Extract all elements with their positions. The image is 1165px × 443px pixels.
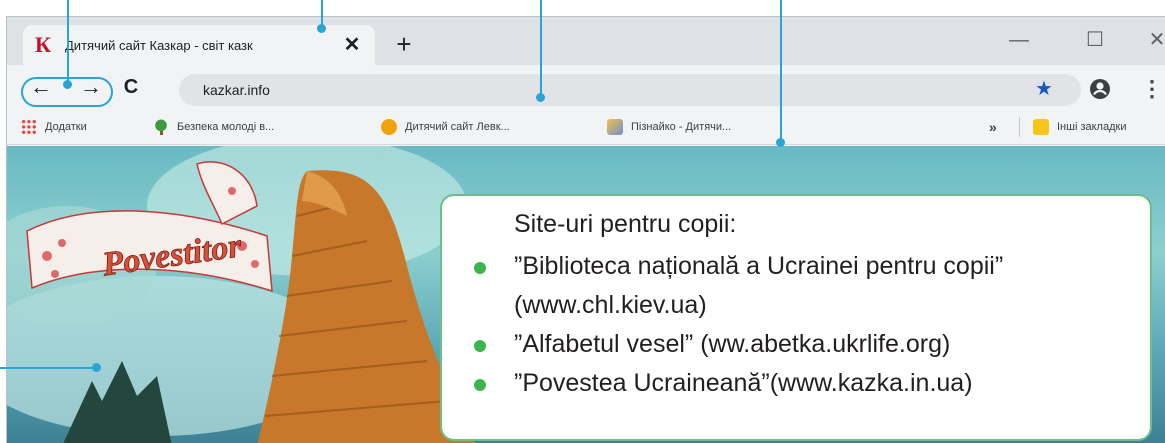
maximize-button[interactable]: ☐ [1075, 27, 1115, 53]
info-box: Site-uri pentru copii: ”Biblioteca națio… [440, 194, 1152, 441]
bookmark-label: Дитячий сайт Левк... [405, 121, 510, 133]
menu-icon[interactable]: ⋮ [1137, 74, 1165, 104]
bookmark-piznaiko[interactable]: Пізнайко - Дитячи... [607, 115, 731, 139]
list-item-text: ”Povestea Ucraineană”(www.kazka.in.ua) [514, 369, 973, 397]
bookmarks-divider [1019, 117, 1020, 137]
callout-dot-nav [63, 80, 72, 89]
close-window-button[interactable]: ✕ [1137, 27, 1165, 53]
reload-button[interactable]: C [117, 73, 145, 101]
list-item: ”Alfabetul vesel” (ww.abetka.ukrlife.org… [470, 325, 1130, 364]
bookmarks-bar: Додатки Безпека молоді в... Дитячий сайт… [7, 109, 1165, 145]
bookmark-label: Безпека молоді в... [177, 121, 275, 133]
bookmark-apps[interactable]: Додатки [21, 115, 87, 139]
bookmark-levko[interactable]: Дитячий сайт Левк... [381, 115, 510, 139]
tab-strip: К Дитячий сайт Казкар - світ казк ✕ + — … [7, 17, 1165, 65]
callout-line-page [0, 367, 96, 369]
forward-button[interactable]: → [77, 73, 105, 101]
other-bookmarks[interactable]: Інші закладки [1033, 115, 1126, 139]
url-text: kazkar.info [203, 82, 270, 98]
info-heading: Site-uri pentru copii: [514, 210, 737, 238]
minimize-button[interactable]: — [999, 27, 1039, 53]
kazkar-favicon-icon: К [35, 32, 51, 57]
bookmark-label: Пізнайко - Дитячи... [631, 121, 732, 133]
list-item: ”Biblioteca națională a Ucrainei pentru … [470, 247, 1130, 325]
bookmark-youth-safety[interactable]: Безпека молоді в... [153, 115, 274, 139]
list-item-text: ”Biblioteca națională a Ucrainei pentru … [514, 252, 1004, 319]
callout-line-address [540, 0, 542, 97]
sites-list: ”Biblioteca națională a Ucrainei pentru … [470, 247, 1130, 403]
new-tab-button[interactable]: + [391, 31, 417, 58]
folder-icon [1033, 119, 1049, 135]
apps-icon [21, 119, 37, 135]
callout-dot-tab [317, 24, 326, 33]
back-button[interactable]: ← [27, 73, 55, 101]
callout-line-bookmarks [780, 0, 782, 142]
callout-dot-page [92, 363, 101, 372]
callout-dot-address [536, 93, 545, 102]
bullet-icon [474, 379, 486, 391]
tab-close-icon[interactable]: ✕ [341, 34, 363, 56]
callout-dot-bookmarks [776, 138, 785, 147]
face-icon [381, 119, 397, 135]
picture-icon [607, 119, 623, 135]
tab-title: Дитячий сайт Казкар - світ казк [65, 37, 253, 53]
bookmark-label: Додатки [45, 121, 87, 133]
list-item-text: ”Alfabetul vesel” (ww.abetka.ukrlife.org… [514, 330, 951, 358]
bullet-icon [474, 262, 486, 274]
toolbar: ← → C kazkar.info ★ ⋮ [7, 65, 1165, 109]
address-bar[interactable]: kazkar.info [179, 74, 1081, 106]
bookmark-label: Інші закладки [1057, 121, 1127, 133]
list-item: ”Povestea Ucraineană”(www.kazka.in.ua) [470, 364, 1130, 403]
screenshot: К Дитячий сайт Казкар - світ казк ✕ + — … [0, 0, 1165, 443]
callout-line-nav [67, 0, 69, 84]
account-icon[interactable] [1085, 74, 1115, 104]
bullet-icon [474, 340, 486, 352]
bookmark-star-icon[interactable]: ★ [1029, 74, 1059, 104]
tree-icon [153, 119, 169, 135]
bookmarks-overflow-button[interactable]: » [989, 115, 997, 139]
